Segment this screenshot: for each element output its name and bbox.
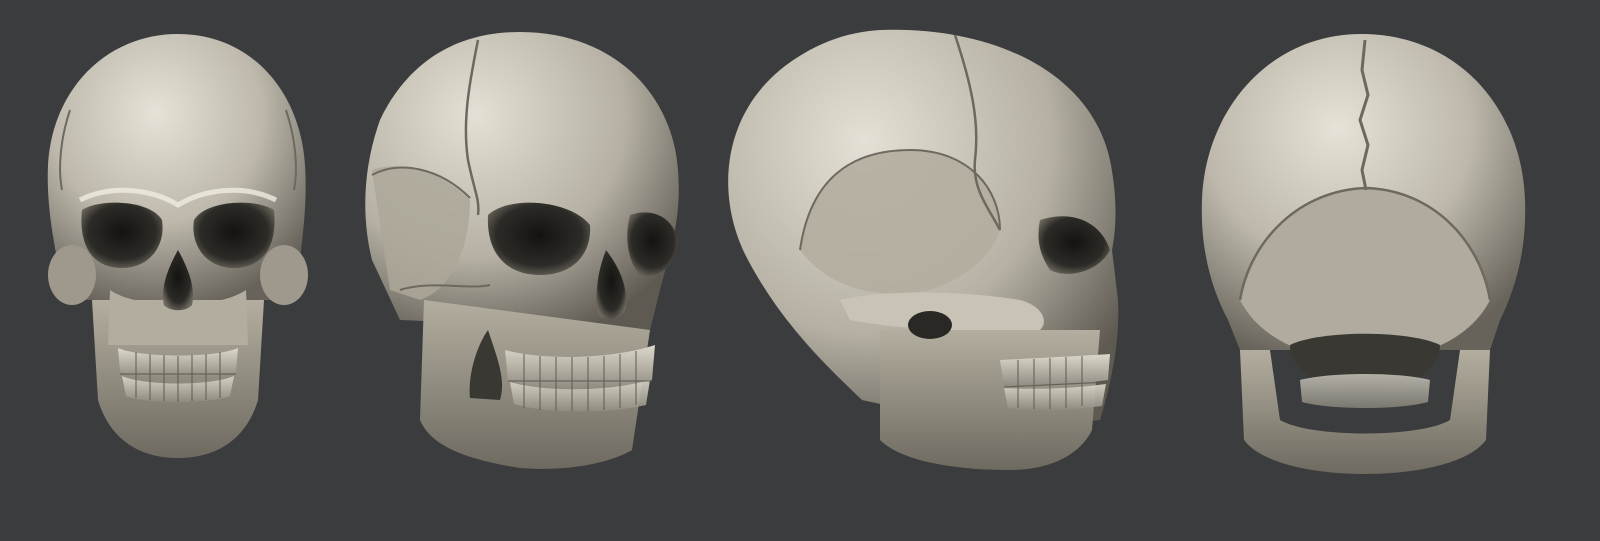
- skull-render: [47, 29, 1526, 474]
- skull-three-quarter-view: [365, 32, 679, 469]
- skull-front-view: [47, 34, 308, 458]
- skull-back-view: [1201, 33, 1526, 474]
- skull-side-view: [728, 29, 1119, 470]
- viewport: [0, 0, 1600, 541]
